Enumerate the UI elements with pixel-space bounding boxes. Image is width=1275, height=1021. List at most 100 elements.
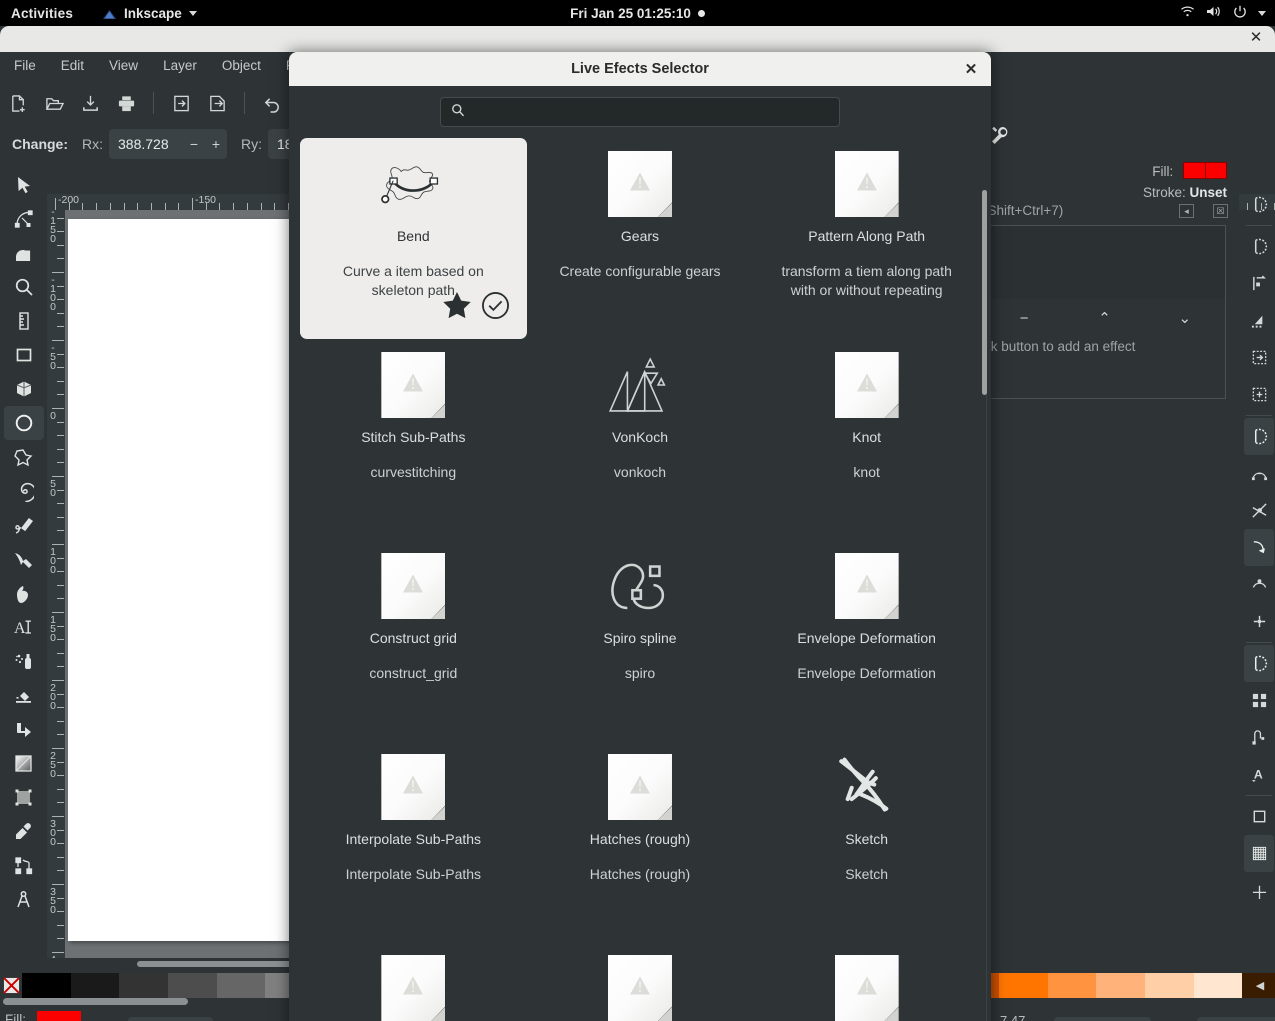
snap-bbox-corner-icon[interactable] — [1244, 302, 1274, 339]
snap-intersection-icon[interactable] — [1244, 492, 1274, 529]
snap-page-icon[interactable] — [1244, 798, 1274, 835]
no-color-icon[interactable] — [0, 973, 22, 998]
tweak-tool-icon[interactable] — [4, 236, 44, 270]
panel-collapse-icon[interactable]: ◂ — [1179, 204, 1194, 218]
pencil-tool-icon[interactable] — [4, 508, 44, 542]
print-icon[interactable] — [109, 88, 143, 118]
mesh-gradient-tool-icon[interactable] — [4, 780, 44, 814]
snap-path-icon[interactable] — [1244, 455, 1274, 492]
search-box[interactable] — [440, 97, 840, 127]
snap-bounding-box-icon[interactable] — [1244, 228, 1274, 265]
undo-icon[interactable] — [255, 88, 289, 118]
tool-preferences-icon[interactable] — [990, 125, 1011, 151]
effect-card[interactable]: Hatches (rough) Hatches (rough) — [527, 741, 754, 942]
window-close-icon[interactable]: ✕ — [1247, 30, 1265, 46]
ellipse-tool-icon[interactable] — [3, 406, 44, 440]
snap-nodes-icon[interactable] — [1244, 418, 1274, 455]
rx-minus-button[interactable]: − — [183, 136, 205, 152]
connector-tool-icon[interactable] — [4, 712, 44, 746]
zoom-spinbox[interactable]: 35% − + — [1054, 1017, 1151, 1021]
snap-grid-icon[interactable] — [1244, 682, 1274, 719]
calligraphy-tool-icon[interactable] — [4, 542, 44, 576]
effect-card[interactable]: VonKoch vonkoch — [527, 339, 754, 540]
effect-card[interactable]: Knot knot — [753, 339, 980, 540]
system-status-area[interactable] — [1180, 5, 1266, 21]
palette-scrollbar[interactable] — [3, 998, 293, 1007]
new-document-icon[interactable] — [1, 88, 35, 118]
snap-enable-icon[interactable] — [1244, 186, 1274, 223]
snap-others-icon[interactable] — [1244, 645, 1274, 682]
effect-card[interactable]: Stitch Sub-Paths curvestitching — [300, 339, 527, 540]
effect-card[interactable]: Bend Curve a item based on skeleton path — [300, 138, 527, 339]
effect-card[interactable]: Gears Create configurable gears — [527, 138, 754, 339]
snap-grid-lines-icon[interactable] — [1244, 835, 1274, 872]
star-tool-icon[interactable] — [4, 440, 44, 474]
lpe-move-up-button[interactable]: ⌃ — [1064, 299, 1144, 337]
star-icon[interactable] — [442, 291, 472, 325]
import-icon[interactable] — [164, 88, 198, 118]
measure-caliper-icon[interactable] — [4, 882, 44, 916]
rx-value[interactable]: 388.728 — [109, 136, 183, 152]
rotation-spinbox[interactable]: 0.00° − + — [1196, 1017, 1275, 1021]
lpe-remove-button[interactable]: − — [984, 299, 1064, 337]
spray-tool-icon[interactable] — [4, 644, 44, 678]
selector-tool-icon[interactable] — [4, 168, 44, 202]
effect-card[interactable]: Construct grid construct_grid — [300, 540, 527, 741]
activities-button[interactable]: Activities — [11, 6, 73, 21]
snap-midpoint-icon[interactable] — [1244, 566, 1274, 603]
dialog-close-icon[interactable]: ✕ — [963, 60, 979, 78]
menu-file[interactable]: File — [3, 55, 47, 76]
effect-card[interactable]: Interpolate Sub-Paths Interpolate Sub-Pat… — [300, 741, 527, 942]
effect-card[interactable] — [300, 942, 527, 1021]
paintbucket-tool-icon[interactable] — [4, 576, 44, 610]
snap-bbox-edge-icon[interactable] — [1244, 265, 1274, 302]
zoom-tool-icon[interactable] — [4, 270, 44, 304]
menu-object[interactable]: Object — [211, 55, 272, 76]
snap-bbox-center-icon[interactable] — [1244, 376, 1274, 413]
snap-bbox-midpoint-icon[interactable] — [1244, 339, 1274, 376]
snap-page-border-icon[interactable] — [1244, 719, 1274, 756]
rectangle-tool-icon[interactable] — [4, 338, 44, 372]
snap-text-baseline-icon[interactable]: A — [1244, 756, 1274, 793]
opacity-spinbox[interactable]: 100 − + — [128, 1017, 213, 1021]
3dbox-tool-icon[interactable] — [4, 372, 44, 406]
fill-row[interactable]: Fill: — [1143, 161, 1227, 182]
effect-card[interactable]: Envelope Deformation Envelope Deformation — [753, 540, 980, 741]
effect-card[interactable]: Sketch Sketch — [753, 741, 980, 942]
stroke-row[interactable]: Stroke: Unset — [1143, 182, 1227, 203]
effect-card[interactable]: Spiro spline spiro — [527, 540, 754, 741]
effect-card[interactable]: Pattern Along Path transform a tiem along… — [753, 138, 980, 339]
rx-plus-button[interactable]: + — [205, 136, 227, 152]
palette-scrollbar-thumb[interactable] — [3, 998, 188, 1005]
fill-color-swatch[interactable] — [1183, 162, 1227, 179]
snap-smooth-node-icon[interactable] — [1244, 529, 1274, 566]
search-input[interactable] — [472, 104, 822, 120]
gradient-tool-icon[interactable] — [4, 746, 44, 780]
text-tool-icon[interactable]: A — [4, 610, 44, 644]
menu-edit[interactable]: Edit — [50, 55, 95, 76]
rx-spinbox[interactable]: 388.728 − + — [109, 129, 227, 159]
spiral-tool-icon[interactable] — [4, 474, 44, 508]
effect-card[interactable] — [753, 942, 980, 1021]
status-fill-row[interactable]: Fill: — [5, 1010, 89, 1021]
dialog-scrollbar-thumb[interactable] — [982, 190, 987, 395]
palette-scroll-left-icon[interactable]: ◀ — [1249, 973, 1271, 998]
open-document-icon[interactable] — [37, 88, 71, 118]
export-icon[interactable] — [200, 88, 234, 118]
lpe-move-down-button[interactable]: ⌄ — [1145, 299, 1225, 337]
menu-view[interactable]: View — [98, 55, 149, 76]
lpe-effects-list[interactable]: − ⌃ ⌄ ck button to add an effect — [983, 225, 1226, 399]
dropper-tool-icon[interactable] — [4, 814, 44, 848]
diagram-connector-icon[interactable] — [4, 848, 44, 882]
save-document-icon[interactable] — [73, 88, 107, 118]
lpe-list-area[interactable] — [984, 226, 1225, 299]
snap-guides-icon[interactable] — [1244, 872, 1274, 909]
effect-card[interactable] — [527, 942, 754, 1021]
app-menu-inkscape[interactable]: Inkscape — [102, 6, 197, 21]
node-tool-icon[interactable] — [4, 202, 44, 236]
menu-layer[interactable]: Layer — [152, 55, 208, 76]
status-fill-swatch[interactable] — [36, 1011, 81, 1021]
snap-object-center-icon[interactable] — [1244, 603, 1274, 640]
eraser-tool-icon[interactable] — [4, 678, 44, 712]
check-circle-icon[interactable] — [481, 291, 510, 325]
